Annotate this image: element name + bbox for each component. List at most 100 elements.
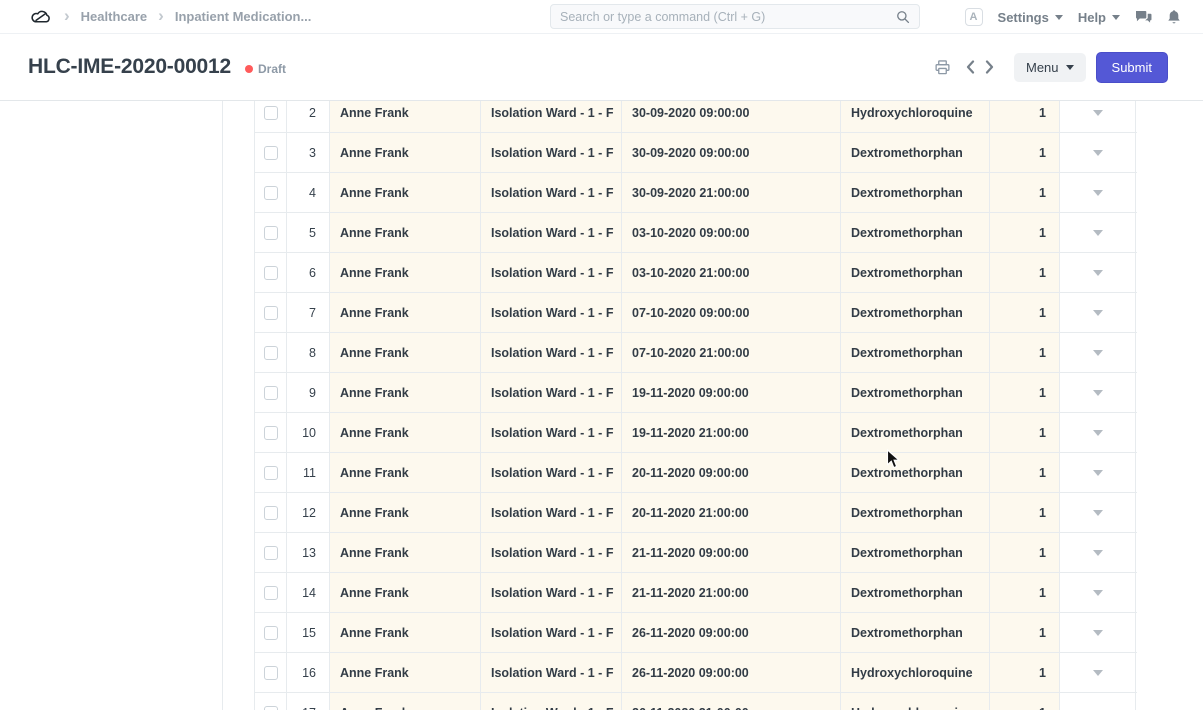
row-checkbox[interactable] <box>264 266 278 280</box>
drug-cell[interactable]: Dextromethorphan <box>841 373 990 412</box>
row-checkbox[interactable] <box>264 346 278 360</box>
row-index[interactable]: 16 <box>287 653 330 692</box>
drug-cell[interactable]: Dextromethorphan <box>841 293 990 332</box>
row-expand-cell[interactable] <box>1060 573 1136 612</box>
row-expand-cell[interactable] <box>1060 653 1136 692</box>
ward-cell[interactable]: Isolation Ward - 1 - F <box>481 133 622 172</box>
row-checkbox[interactable] <box>264 426 278 440</box>
print-icon[interactable] <box>933 58 952 77</box>
row-index[interactable]: 9 <box>287 373 330 412</box>
row-expand-cell[interactable] <box>1060 373 1136 412</box>
datetime-cell[interactable]: 30-09-2020 09:00:00 <box>622 133 841 172</box>
dosage-cell[interactable]: 1 <box>990 413 1060 452</box>
chat-icon[interactable] <box>1135 10 1152 25</box>
patient-cell[interactable]: Anne Frank <box>330 333 481 372</box>
ward-cell[interactable]: Isolation Ward - 1 - F <box>481 333 622 372</box>
dosage-cell[interactable]: 1 <box>990 453 1060 492</box>
row-checkbox[interactable] <box>264 186 278 200</box>
row-checkbox[interactable] <box>264 506 278 520</box>
user-avatar[interactable]: A <box>965 8 983 26</box>
row-expand-cell[interactable] <box>1060 293 1136 332</box>
datetime-cell[interactable]: 21-11-2020 09:00:00 <box>622 533 841 572</box>
row-checkbox[interactable] <box>264 306 278 320</box>
patient-cell[interactable]: Anne Frank <box>330 413 481 452</box>
datetime-cell[interactable]: 30-09-2020 21:00:00 <box>622 173 841 212</box>
row-expand-cell[interactable] <box>1060 213 1136 252</box>
row-expand-cell[interactable] <box>1060 101 1136 132</box>
datetime-cell[interactable]: 26-11-2020 09:00:00 <box>622 613 841 652</box>
patient-cell[interactable]: Anne Frank <box>330 653 481 692</box>
row-checkbox[interactable] <box>264 706 278 710</box>
drug-cell[interactable]: Hydroxychloroquine <box>841 101 990 132</box>
row-index[interactable]: 4 <box>287 173 330 212</box>
patient-cell[interactable]: Anne Frank <box>330 253 481 292</box>
dosage-cell[interactable]: 1 <box>990 493 1060 532</box>
row-index[interactable]: 2 <box>287 101 330 132</box>
notifications-bell-icon[interactable] <box>1167 9 1181 25</box>
datetime-cell[interactable]: 03-10-2020 21:00:00 <box>622 253 841 292</box>
ward-cell[interactable]: Isolation Ward - 1 - F <box>481 533 622 572</box>
patient-cell[interactable]: Anne Frank <box>330 533 481 572</box>
drug-cell[interactable]: Dextromethorphan <box>841 213 990 252</box>
row-expand-cell[interactable] <box>1060 333 1136 372</box>
row-checkbox[interactable] <box>264 146 278 160</box>
drug-cell[interactable]: Dextromethorphan <box>841 533 990 572</box>
datetime-cell[interactable]: 26-11-2020 21:00:00 <box>622 693 841 710</box>
row-checkbox[interactable] <box>264 226 278 240</box>
row-expand-cell[interactable] <box>1060 133 1136 172</box>
ward-cell[interactable]: Isolation Ward - 1 - F <box>481 453 622 492</box>
row-index[interactable]: 3 <box>287 133 330 172</box>
dosage-cell[interactable]: 1 <box>990 373 1060 412</box>
patient-cell[interactable]: Anne Frank <box>330 293 481 332</box>
dosage-cell[interactable]: 1 <box>990 333 1060 372</box>
row-index[interactable]: 13 <box>287 533 330 572</box>
row-index[interactable]: 5 <box>287 213 330 252</box>
datetime-cell[interactable]: 30-09-2020 09:00:00 <box>622 101 841 132</box>
row-checkbox[interactable] <box>264 466 278 480</box>
ward-cell[interactable]: Isolation Ward - 1 - F <box>481 293 622 332</box>
patient-cell[interactable]: Anne Frank <box>330 613 481 652</box>
datetime-cell[interactable]: 21-11-2020 21:00:00 <box>622 573 841 612</box>
ward-cell[interactable]: Isolation Ward - 1 - F <box>481 101 622 132</box>
prev-document-button[interactable] <box>964 58 977 76</box>
row-checkbox[interactable] <box>264 106 278 120</box>
drug-cell[interactable]: Dextromethorphan <box>841 133 990 172</box>
global-search[interactable] <box>550 4 920 29</box>
row-index[interactable]: 11 <box>287 453 330 492</box>
patient-cell[interactable]: Anne Frank <box>330 453 481 492</box>
menu-button[interactable]: Menu <box>1014 53 1086 82</box>
dosage-cell[interactable]: 1 <box>990 173 1060 212</box>
dosage-cell[interactable]: 1 <box>990 213 1060 252</box>
ward-cell[interactable]: Isolation Ward - 1 - F <box>481 613 622 652</box>
dosage-cell[interactable]: 1 <box>990 293 1060 332</box>
patient-cell[interactable]: Anne Frank <box>330 173 481 212</box>
dosage-cell[interactable]: 1 <box>990 693 1060 710</box>
row-index[interactable]: 17 <box>287 693 330 710</box>
row-index[interactable]: 12 <box>287 493 330 532</box>
row-index[interactable]: 6 <box>287 253 330 292</box>
ward-cell[interactable]: Isolation Ward - 1 - F <box>481 253 622 292</box>
breadcrumb-inpatient-medication[interactable]: Inpatient Medication... <box>175 9 312 24</box>
row-index[interactable]: 7 <box>287 293 330 332</box>
row-expand-cell[interactable] <box>1060 493 1136 532</box>
drug-cell[interactable]: Dextromethorphan <box>841 493 990 532</box>
row-checkbox[interactable] <box>264 386 278 400</box>
drug-cell[interactable]: Dextromethorphan <box>841 413 990 452</box>
ward-cell[interactable]: Isolation Ward - 1 - F <box>481 173 622 212</box>
row-checkbox[interactable] <box>264 586 278 600</box>
patient-cell[interactable]: Anne Frank <box>330 213 481 252</box>
drug-cell[interactable]: Dextromethorphan <box>841 613 990 652</box>
drug-cell[interactable]: Hydroxychloroquine <box>841 653 990 692</box>
row-index[interactable]: 10 <box>287 413 330 452</box>
row-index[interactable]: 8 <box>287 333 330 372</box>
submit-button[interactable]: Submit <box>1096 52 1168 83</box>
row-checkbox[interactable] <box>264 666 278 680</box>
datetime-cell[interactable]: 20-11-2020 09:00:00 <box>622 453 841 492</box>
row-expand-cell[interactable] <box>1060 533 1136 572</box>
patient-cell[interactable]: Anne Frank <box>330 573 481 612</box>
patient-cell[interactable]: Anne Frank <box>330 693 481 710</box>
row-index[interactable]: 14 <box>287 573 330 612</box>
settings-menu[interactable]: Settings <box>998 10 1063 25</box>
row-expand-cell[interactable] <box>1060 253 1136 292</box>
patient-cell[interactable]: Anne Frank <box>330 101 481 132</box>
